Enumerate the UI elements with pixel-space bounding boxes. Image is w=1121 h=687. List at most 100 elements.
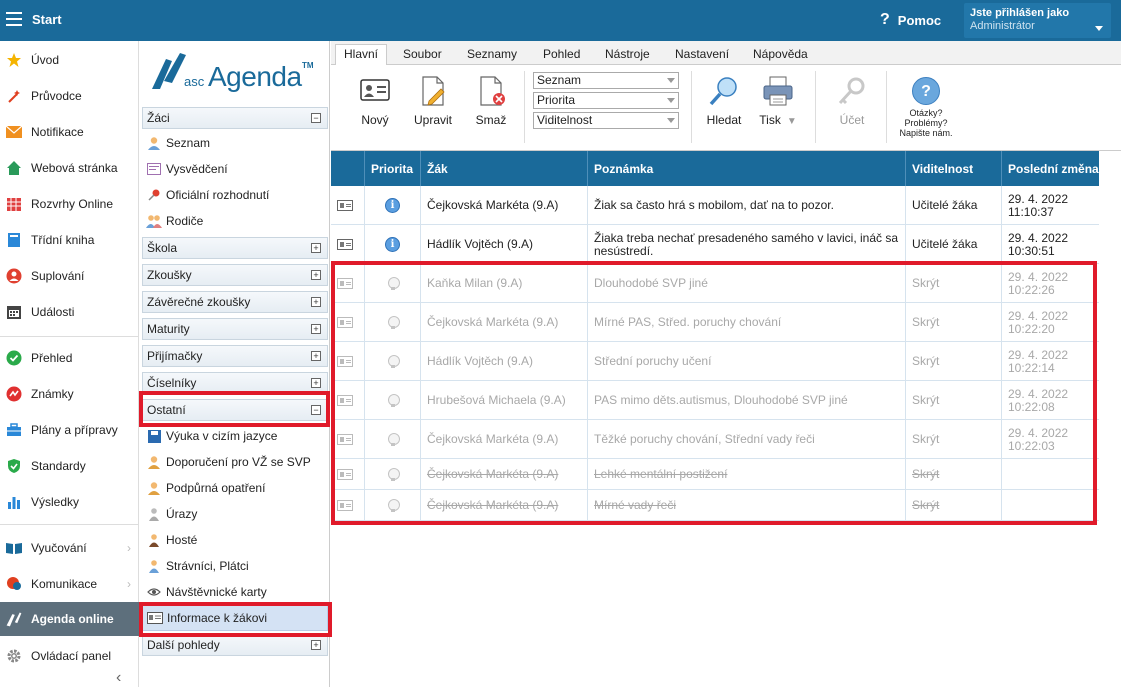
- tree-item-oficialni-rozhodnuti[interactable]: Oficiální rozhodnutí: [142, 182, 328, 208]
- table-row[interactable]: Hrubešová Michaela (9.A) PAS mimo děts.au…: [331, 381, 1099, 420]
- visibility-select[interactable]: Viditelnost: [533, 112, 679, 129]
- expand-toggle-icon[interactable]: +: [311, 378, 321, 388]
- tab-napoveda[interactable]: Nápověda: [745, 45, 816, 65]
- tree-item-seznam[interactable]: Seznam: [142, 130, 328, 156]
- edit-button[interactable]: Upravit: [408, 75, 458, 127]
- nav-item-agenda-online[interactable]: Agenda online: [0, 602, 139, 636]
- section-zaci[interactable]: Žáci −: [142, 107, 328, 129]
- contact-support-button[interactable]: ? Otázky? Problémy? Napište nám.: [896, 77, 956, 138]
- account-button[interactable]: Účet: [827, 75, 877, 127]
- tab-nastaveni[interactable]: Nastavení: [667, 45, 737, 65]
- id-card-icon[interactable]: [337, 356, 353, 367]
- search-button[interactable]: Hledat: [699, 75, 749, 127]
- id-card-icon[interactable]: [337, 239, 353, 250]
- cell-open[interactable]: [331, 225, 365, 264]
- table-row[interactable]: Čejkovská Markéta (9.A) Mírné vady řeči Sk…: [331, 490, 1099, 521]
- nav-item-rozvrhy-online[interactable]: Rozvrhy Online: [0, 187, 139, 221]
- expand-toggle-icon[interactable]: +: [311, 640, 321, 650]
- cell-open[interactable]: [331, 342, 365, 381]
- nav-item-prehled[interactable]: Přehled: [0, 341, 139, 375]
- column-header-icon[interactable]: [331, 151, 365, 186]
- table-row[interactable]: Čejkovská Markéta (9.A) Lehké mentální po…: [331, 459, 1099, 490]
- expand-toggle-icon[interactable]: +: [311, 351, 321, 361]
- expand-toggle-icon[interactable]: +: [311, 270, 321, 280]
- nav-item-plany-a-pripravy[interactable]: Plány a přípravy: [0, 413, 139, 447]
- nav-item-suplovani[interactable]: Suplování: [0, 259, 139, 293]
- column-header-zak[interactable]: Žák: [421, 151, 588, 186]
- section-prijimacky[interactable]: Přijímačky +: [142, 345, 328, 367]
- tree-item-podpurna-opatreni[interactable]: Podpůrná opatření: [142, 475, 328, 501]
- tab-seznamy[interactable]: Seznamy: [459, 45, 525, 65]
- table-row[interactable]: Čejkovská Markéta (9.A) Mírné PAS, Střed.…: [331, 303, 1099, 342]
- user-dropdown[interactable]: Jste přihlášen jako Administrátor: [964, 3, 1111, 38]
- tree-item-informace-k-zakovi[interactable]: Informace k žákovi: [142, 605, 328, 631]
- tab-hlavni[interactable]: Hlavní: [335, 44, 388, 66]
- cell-open[interactable]: [331, 381, 365, 420]
- section-zaverecne-zkousky[interactable]: Závěrečné zkoušky +: [142, 291, 328, 313]
- table-row[interactable]: Hádlík Vojtěch (9.A) Střední poruchy učen…: [331, 342, 1099, 381]
- tab-nastroje[interactable]: Nástroje: [597, 45, 658, 65]
- tree-item-vyuka-v-cizim-jazyce[interactable]: Výuka v cizím jazyce: [142, 423, 328, 449]
- delete-button[interactable]: Smaž: [466, 75, 516, 127]
- id-card-icon[interactable]: [337, 434, 353, 445]
- column-header-posledni-zmena[interactable]: Poslední změna: [1002, 151, 1099, 186]
- nav-item-standardy[interactable]: Standardy: [0, 449, 139, 483]
- cell-open[interactable]: [331, 186, 365, 225]
- nav-item-notifikace[interactable]: Notifikace: [0, 115, 139, 149]
- list-select[interactable]: Seznam: [533, 72, 679, 89]
- id-card-icon[interactable]: [337, 395, 353, 406]
- section-maturity[interactable]: Maturity +: [142, 318, 328, 340]
- table-row[interactable]: Kaňka Milan (9.A) Dlouhodobé SVP jiné Skrý…: [331, 264, 1099, 303]
- section-skola[interactable]: Škola +: [142, 237, 328, 259]
- priority-select[interactable]: Priorita: [533, 92, 679, 109]
- new-button[interactable]: Nový: [350, 75, 400, 127]
- section-zkousky[interactable]: Zkoušky +: [142, 264, 328, 286]
- collapse-toggle-icon[interactable]: −: [311, 405, 321, 415]
- tab-soubor[interactable]: Soubor: [395, 45, 450, 65]
- id-card-icon[interactable]: [337, 317, 353, 328]
- hamburger-menu-icon[interactable]: [6, 12, 22, 26]
- id-card-icon[interactable]: [337, 278, 353, 289]
- expand-toggle-icon[interactable]: +: [311, 297, 321, 307]
- collapse-nav-icon[interactable]: ‹: [116, 669, 121, 687]
- table-row[interactable]: i Čejkovská Markéta (9.A) Žiak sa často hr…: [331, 186, 1099, 225]
- tree-item-navstevnicke-karty[interactable]: Návštěvnické karty: [142, 579, 328, 605]
- collapse-toggle-icon[interactable]: −: [311, 113, 321, 123]
- nav-item-uvod[interactable]: Úvod: [0, 43, 139, 77]
- nav-item-vyucovani[interactable]: Vyučování ›: [0, 531, 139, 565]
- id-card-icon[interactable]: [337, 200, 353, 211]
- nav-item-udalosti[interactable]: Události: [0, 295, 139, 329]
- nav-item-ovladaci-panel[interactable]: Ovládací panel: [0, 639, 139, 673]
- section-ciselniky[interactable]: Číselníky +: [142, 372, 328, 394]
- nav-item-tridni-kniha[interactable]: Třídní kniha: [0, 223, 139, 257]
- table-row[interactable]: Čejkovská Markéta (9.A) Těžké poruchy cho…: [331, 420, 1099, 459]
- id-card-icon[interactable]: [337, 469, 353, 480]
- cell-open[interactable]: [331, 264, 365, 303]
- print-dropdown-arrow-icon[interactable]: ▼: [787, 116, 797, 127]
- column-header-viditelnost[interactable]: Viditelnost: [906, 151, 1002, 186]
- tree-item-hoste[interactable]: Hosté: [142, 527, 328, 553]
- section-dalsi-pohledy[interactable]: Další pohledy +: [142, 634, 328, 656]
- cell-open[interactable]: [331, 303, 365, 342]
- column-header-poznamka[interactable]: Poznámka: [588, 151, 906, 186]
- nav-item-pruvodce[interactable]: Průvodce: [0, 79, 139, 113]
- start-title[interactable]: Start: [32, 12, 62, 27]
- help-button[interactable]: ? Pomoc: [880, 11, 941, 29]
- tree-item-vysvedceni[interactable]: Vysvědčení: [142, 156, 328, 182]
- cell-open[interactable]: [331, 490, 365, 521]
- table-row[interactable]: i Hádlík Vojtěch (9.A) Žiaka treba nechať …: [331, 225, 1099, 264]
- tab-pohled[interactable]: Pohled: [535, 45, 588, 65]
- column-header-priorita[interactable]: Priorita: [365, 151, 421, 186]
- expand-toggle-icon[interactable]: +: [311, 324, 321, 334]
- id-card-icon[interactable]: [337, 500, 353, 511]
- tree-item-urazy[interactable]: Úrazy: [142, 501, 328, 527]
- expand-toggle-icon[interactable]: +: [311, 243, 321, 253]
- tree-item-stravnici-platci[interactable]: Strávníci, Plátci: [142, 553, 328, 579]
- print-button[interactable]: Tisk ▼: [753, 75, 803, 127]
- nav-item-znamky[interactable]: Známky: [0, 377, 139, 411]
- tree-item-doporuceni-pro-vz[interactable]: Doporučení pro VŽ se SVP: [142, 449, 328, 475]
- nav-item-komunikace[interactable]: Komunikace ›: [0, 567, 139, 601]
- tree-item-rodice[interactable]: Rodiče: [142, 208, 328, 234]
- section-ostatni[interactable]: Ostatní −: [142, 399, 328, 421]
- cell-open[interactable]: [331, 420, 365, 459]
